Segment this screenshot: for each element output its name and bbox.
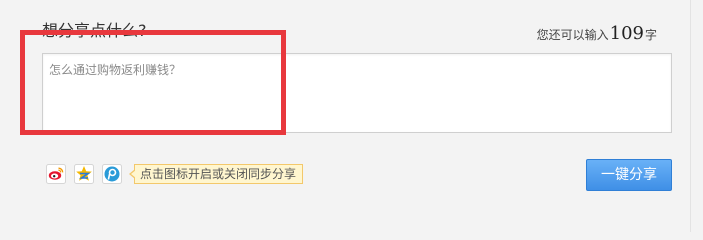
tooltip-text: 点击图标开启或关闭同步分享	[140, 167, 297, 181]
sina-weibo-icon[interactable]	[46, 164, 66, 184]
char-counter: 您还可以输入109字	[537, 24, 657, 45]
counter-prefix: 您还可以输入	[536, 28, 609, 42]
one-click-share-button[interactable]: 一键分享	[586, 159, 672, 191]
tencent-weibo-icon[interactable]	[102, 164, 122, 184]
counter-suffix: 字	[644, 28, 657, 42]
counter-value: 109	[609, 23, 644, 44]
prompt-label: 想分享点什么?	[42, 21, 147, 40]
qq-zone-icon[interactable]	[74, 164, 94, 184]
share-panel: 想分享点什么? 您还可以输入109字 怎么通过购物返利赚钱？ 点击图标开启或关闭…	[0, 0, 691, 232]
tooltip-arrow-inner	[131, 170, 136, 178]
share-textarea[interactable]: 怎么通过购物返利赚钱？	[42, 53, 672, 133]
textarea-placeholder: 怎么通过购物返利赚钱？	[49, 63, 182, 77]
share-targets: 点击图标开启或关闭同步分享	[46, 163, 304, 185]
sync-share-tooltip: 点击图标开启或关闭同步分享	[129, 164, 304, 184]
